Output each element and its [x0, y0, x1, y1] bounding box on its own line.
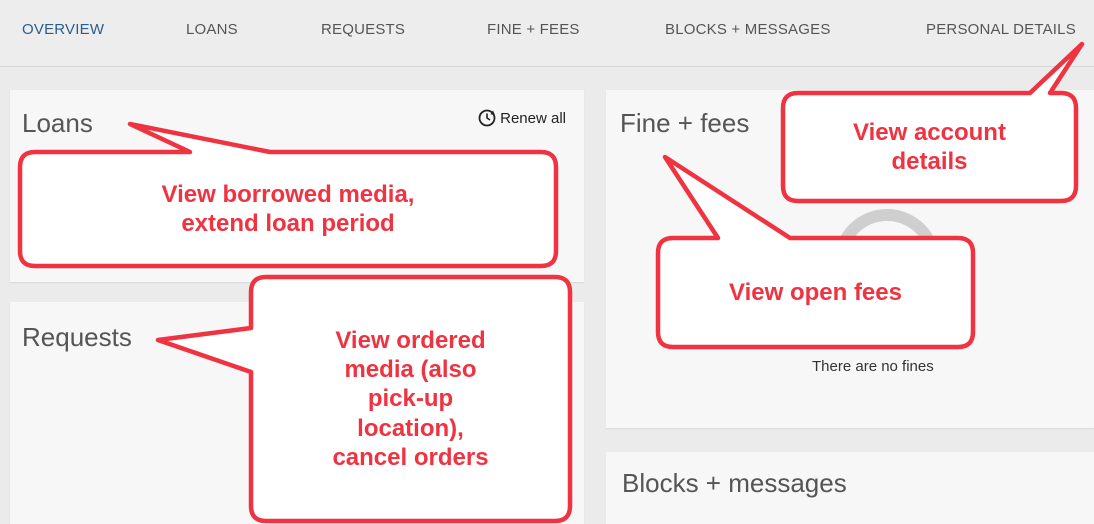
no-fines-text: There are no fines — [812, 358, 934, 375]
callout-ordered-text: View ordered media (also pick-up locatio… — [332, 326, 489, 471]
callout-fees-text: View open fees — [729, 278, 902, 306]
callout-account-text: View account details — [853, 118, 1006, 175]
callout-borrowed-text: View borrowed media, extend loan period — [161, 180, 415, 237]
